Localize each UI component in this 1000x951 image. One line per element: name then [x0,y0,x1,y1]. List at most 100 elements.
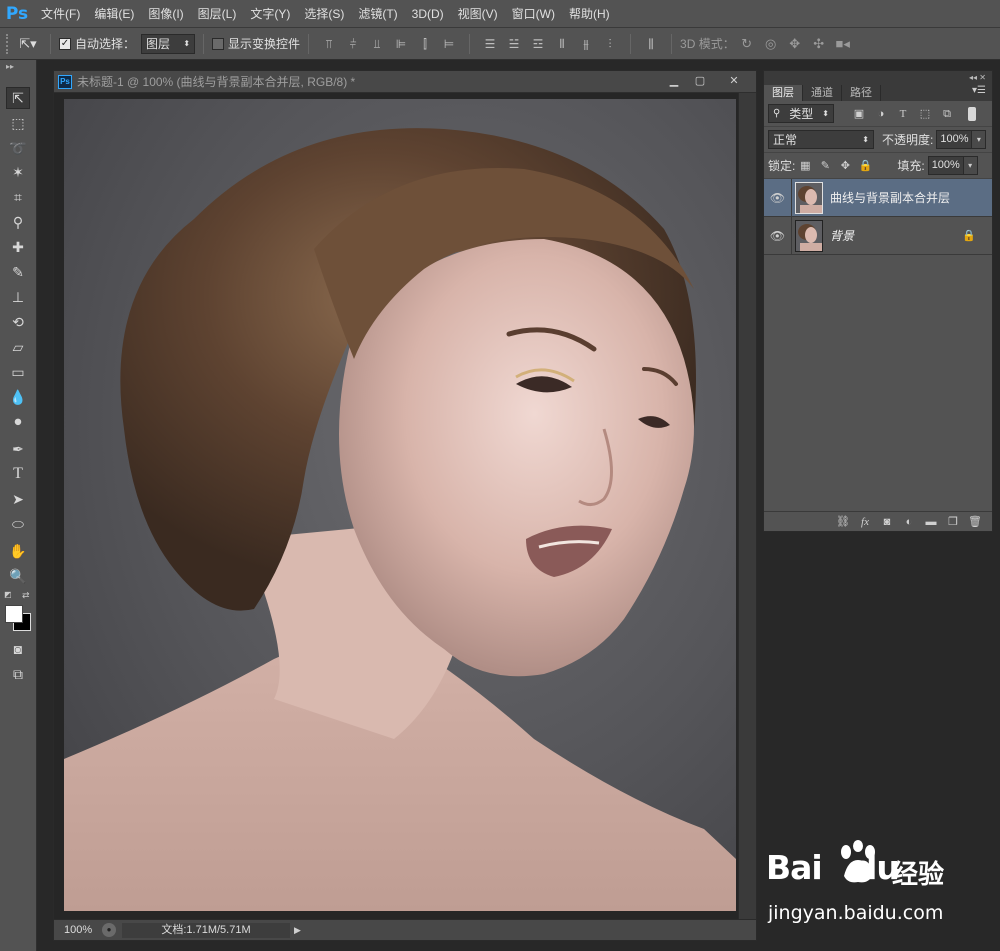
pixel-filter-icon[interactable]: ▣ [851,107,867,121]
document-titlebar[interactable]: Ps 未标题-1 @ 100% (曲线与背景副本合并层, RGB/8) * ▁ … [54,71,756,93]
options-grip[interactable] [6,33,14,54]
healing-brush-tool-icon[interactable]: ✚ [6,236,30,258]
move-tool-preset-icon[interactable]: ⇱▾ [14,36,42,52]
rotate-3d-icon[interactable]: ↻ [738,36,756,52]
opacity-arrow-icon[interactable]: ▾ [972,130,987,149]
default-colors-icon[interactable]: ◩ [4,590,12,599]
close-icon[interactable]: ✕ [726,74,742,88]
lock-all-icon[interactable]: 🔒 [857,159,873,173]
align-top-icon[interactable]: ⫪ [321,36,337,52]
panel-menu-icon[interactable]: ▾☰ [972,85,986,96]
tab-paths[interactable]: 路径 [842,85,881,101]
panel-collapse-icon[interactable]: ◂◂ ✕ [764,71,992,83]
distribute-vcenter-icon[interactable]: ☱ [506,36,522,52]
adjustment-filter-icon[interactable]: ◑ [873,107,889,121]
tab-channels[interactable]: 通道 [803,85,842,101]
minimize-icon[interactable]: ▁ [666,74,682,88]
scale-3d-icon[interactable]: ■◂ [834,36,852,52]
auto-select-checkbox[interactable]: ✓ [59,37,71,50]
vertical-scrollbar[interactable] [738,93,756,919]
quick-mask-icon[interactable]: ◙ [6,638,30,660]
menu-help[interactable]: 帮助(H) [562,0,617,28]
dodge-tool-icon[interactable]: ⚫ [6,411,30,433]
align-bottom-icon[interactable]: ⫫ [369,36,385,52]
align-left-icon[interactable]: ⊫ [393,36,409,52]
path-selection-tool-icon[interactable]: ➤ [6,488,30,510]
shape-filter-icon[interactable]: ⬚ [917,107,933,121]
slide-3d-icon[interactable]: ✣ [810,36,828,52]
delete-layer-icon[interactable]: 🗑 [967,515,983,529]
distribute-right-icon[interactable]: ⫶ [602,36,618,52]
lock-transparent-icon[interactable]: ▦ [797,159,813,173]
ellipse-tool-icon[interactable]: ⬭ [6,513,30,535]
filter-toggle[interactable] [968,106,976,121]
distribute-hcenter-icon[interactable]: ⫵ [578,36,594,52]
screen-mode-icon[interactable]: ⧉ [6,663,30,685]
layer-row[interactable]: 👁 曲线与背景副本合并层 [764,178,992,217]
maximize-icon[interactable]: ▢ [692,74,708,88]
blend-mode-dropdown[interactable]: 正常 ⬍ [768,130,874,149]
brush-tool-icon[interactable]: ✎ [6,261,30,283]
status-info-icon[interactable]: ● [102,923,116,937]
swap-colors-icon[interactable]: ⇄ [22,590,30,601]
gradient-tool-icon[interactable]: ▭ [6,361,30,383]
move-tool-icon[interactable]: ⇱ [6,87,30,109]
menu-image[interactable]: 图像(I) [141,0,190,28]
menu-filter[interactable]: 滤镜(T) [351,0,404,28]
filter-kind-dropdown[interactable]: ⚲ 类型 ⬍ [768,104,834,123]
roll-3d-icon[interactable]: ◎ [762,36,780,52]
hand-tool-icon[interactable]: ✋ [6,540,30,562]
zoom-level[interactable]: 100% [54,924,96,936]
drag-3d-icon[interactable]: ✥ [786,36,804,52]
new-layer-icon[interactable]: ❐ [945,515,961,529]
align-hcenter-icon[interactable]: ⫿ [417,36,433,52]
layer-style-icon[interactable]: fx [857,515,873,529]
menu-3d[interactable]: 3D(D) [405,0,451,28]
menu-window[interactable]: 窗口(W) [505,0,562,28]
distribute-top-icon[interactable]: ☰ [482,36,498,52]
eraser-tool-icon[interactable]: ▱ [6,336,30,358]
auto-align-icon[interactable]: ⫼ [643,36,659,52]
distribute-left-icon[interactable]: ⫴ [554,36,570,52]
visibility-eye-icon[interactable]: 👁 [764,178,792,217]
magic-wand-tool-icon[interactable]: ✶ [6,161,30,183]
fill-input[interactable]: 100% [927,156,964,175]
layer-row[interactable]: 👁 背景 🔒 [764,216,992,255]
distribute-bottom-icon[interactable]: ☲ [530,36,546,52]
crop-tool-icon[interactable]: ⌗ [6,186,30,208]
lock-position-icon[interactable]: ✥ [837,159,853,173]
visibility-eye-icon[interactable]: 👁 [764,216,792,255]
align-vcenter-icon[interactable]: ⫩ [345,36,361,52]
menu-file[interactable]: 文件(F) [34,0,87,28]
show-transform-checkbox[interactable] [212,37,225,50]
menu-select[interactable]: 选择(S) [297,0,351,28]
menu-type[interactable]: 文字(Y) [243,0,297,28]
canvas-image[interactable] [64,99,736,911]
type-filter-icon[interactable]: T [895,107,911,121]
fill-arrow-icon[interactable]: ▾ [963,156,978,175]
adjustment-layer-icon[interactable]: ◐ [901,515,917,529]
auto-select-target-dropdown[interactable]: 图层 ⬍ [141,33,196,54]
smart-object-filter-icon[interactable]: ⧉ [939,107,955,121]
toolbox-collapse-icon[interactable]: ▸▸ [6,62,14,71]
lock-image-icon[interactable]: ✎ [817,159,833,173]
foreground-color-swatch[interactable] [5,605,23,623]
align-right-icon[interactable]: ⊨ [441,36,457,52]
link-layers-icon[interactable]: ⛓ [835,515,851,529]
blur-tool-icon[interactable]: 💧 [6,386,30,408]
tab-layers[interactable]: 图层 [764,85,803,101]
pen-tool-icon[interactable]: ✒ [6,438,30,460]
canvas-area[interactable] [54,93,756,919]
marquee-tool-icon[interactable]: ⬚ [6,112,30,134]
clone-stamp-tool-icon[interactable]: ⊥ [6,286,30,308]
new-group-icon[interactable]: ▬ [923,515,939,529]
menu-view[interactable]: 视图(V) [451,0,505,28]
status-menu-arrow-icon[interactable]: ▶ [294,925,301,936]
add-mask-icon[interactable]: ◙ [879,515,895,529]
menu-edit[interactable]: 编辑(E) [87,0,141,28]
lasso-tool-icon[interactable]: ➰ [6,137,30,159]
type-tool-icon[interactable]: T [6,463,30,485]
opacity-input[interactable]: 100% [936,130,973,149]
history-brush-tool-icon[interactable]: ⟲ [6,311,30,333]
eyedropper-tool-icon[interactable]: ⚲ [6,211,30,233]
